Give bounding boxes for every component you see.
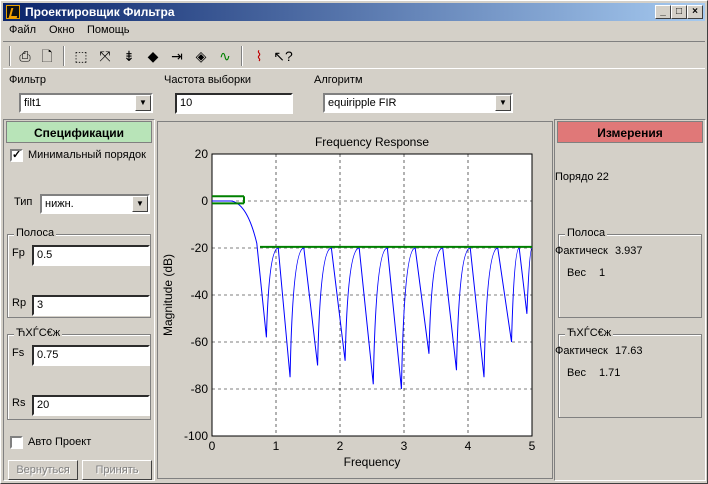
measured-passband-title: Полоса xyxy=(565,227,608,239)
chart-title: Frequency Response xyxy=(315,135,429,149)
toolbar: ⎙ 🗋 ⬚ ⤧ ⇟ ◆ ⇥ ◈ ∿ ⌇ ↖? xyxy=(3,41,705,69)
rp-input[interactable]: 3 xyxy=(32,295,150,316)
zoom-expand-icon[interactable]: ◆ xyxy=(143,46,163,66)
min-order-label: Минимальный порядок xyxy=(28,149,146,161)
min-order-checkbox[interactable]: ✓ xyxy=(10,149,23,162)
zoom-box-icon[interactable]: ⬚ xyxy=(71,46,91,66)
filter-response-icon[interactable]: ⌇ xyxy=(249,46,269,66)
pb-weight-label: Вес xyxy=(567,267,586,279)
minimize-button[interactable]: _ xyxy=(655,5,671,19)
y-tick-label: -20 xyxy=(191,241,209,255)
print-icon[interactable]: ⎙ xyxy=(15,46,35,66)
type-label: Тип xyxy=(14,196,33,208)
menu-file[interactable]: Файл xyxy=(9,24,36,36)
x-tick-label: 5 xyxy=(529,439,536,453)
matlab-icon xyxy=(6,5,20,19)
specifications-panel: Спецификации ✓ Минимальный порядок Тип н… xyxy=(3,119,155,481)
y-tick-label: -100 xyxy=(184,429,208,443)
x-tick-label: 2 xyxy=(337,439,344,453)
chevron-down-icon: ▼ xyxy=(135,95,151,111)
y-tick-label: -80 xyxy=(191,382,209,396)
algorithm-label: Алгоритм xyxy=(314,74,363,86)
view-response-icon[interactable]: ∿ xyxy=(215,46,235,66)
whats-this-icon[interactable]: ↖? xyxy=(273,46,293,66)
fp-label: Fp xyxy=(12,247,25,259)
filter-select[interactable]: filt1 ▼ xyxy=(19,93,153,113)
measured-stopband-title: ЋХЃС€ж xyxy=(565,327,614,339)
y-axis-label: Magnitude (dB) xyxy=(161,254,175,336)
sb-actual-label: Фактическ xyxy=(555,345,608,357)
print-preview-icon[interactable]: 🗋 xyxy=(37,46,57,66)
rs-input[interactable]: 20 xyxy=(32,395,150,416)
revert-button[interactable]: Вернуться xyxy=(8,460,78,480)
close-button[interactable]: × xyxy=(687,5,703,19)
zoom-horizontal-icon[interactable]: ⇥ xyxy=(167,46,187,66)
title-bar[interactable]: Проектировщик Фильтра _ □ × xyxy=(3,3,705,21)
specifications-header: Спецификации xyxy=(6,121,152,143)
stopband-title: ЋХЃС€ж xyxy=(14,327,63,339)
auto-design-label: Авто Проект xyxy=(28,436,92,448)
y-tick-label: -40 xyxy=(191,288,209,302)
measurements-header: Измерения xyxy=(557,121,703,143)
menu-help[interactable]: Помощь xyxy=(87,24,130,36)
sb-actual-value: 17.63 xyxy=(615,345,643,357)
pb-actual-label: Фактическ xyxy=(555,245,608,257)
frequency-response-chart[interactable]: 0 1 2 3 4 5 20 0 -20 -40 -60 -80 -100 Frequency Respo… xyxy=(158,122,552,478)
menu-bar: Файл Окно Помощь xyxy=(3,22,705,40)
y-tick-label: 0 xyxy=(201,194,208,208)
order-value: 22 xyxy=(596,171,609,183)
x-tick-label: 4 xyxy=(465,439,472,453)
auto-design-checkbox[interactable] xyxy=(10,436,23,449)
x-axis-label: Frequency xyxy=(344,455,401,469)
maximize-button[interactable]: □ xyxy=(671,5,687,19)
zoom-fit-icon[interactable]: ⤧ xyxy=(95,46,115,66)
x-tick-label: 0 xyxy=(209,439,216,453)
fs-input[interactable]: 0.75 xyxy=(32,345,150,366)
chevron-down-icon: ▼ xyxy=(495,95,511,111)
pb-weight-value: 1 xyxy=(599,267,606,279)
sample-rate-label: Частота выборки xyxy=(164,74,252,86)
x-tick-label: 3 xyxy=(401,439,408,453)
measurements-panel: Измерения Порядо 22 Полоса Фактическ 3.9… xyxy=(554,119,706,481)
sb-weight-label: Вес xyxy=(567,367,586,379)
algorithm-value: equiripple FIR xyxy=(328,97,397,109)
pb-actual-value: 3.937 xyxy=(615,245,643,257)
algorithm-select[interactable]: equiripple FIR ▼ xyxy=(323,93,513,113)
sample-rate-input[interactable]: 10 xyxy=(175,93,293,114)
pan-icon[interactable]: ◈ xyxy=(191,46,211,66)
rp-label: Rp xyxy=(12,297,27,309)
type-value: нижн. xyxy=(45,198,74,210)
measured-passband-group: Полоса Фактическ 3.937 Вес 1 xyxy=(555,227,702,318)
sb-weight-value: 1.71 xyxy=(599,367,621,379)
filter-label: Фильтр xyxy=(9,74,46,86)
filter-value: filt1 xyxy=(24,97,42,109)
apply-button[interactable]: Принять xyxy=(82,460,152,480)
zoom-vertical-icon[interactable]: ⇟ xyxy=(119,46,139,66)
rs-label: Rs xyxy=(12,397,26,409)
menu-window[interactable]: Окно xyxy=(49,24,75,36)
stopband-group: ЋХЃС€ж Fs 0.75 Rs 20 xyxy=(7,327,151,420)
x-tick-label: 1 xyxy=(273,439,280,453)
plot-area: 0 1 2 3 4 5 20 0 -20 -40 -60 -80 -100 Frequency Respo… xyxy=(157,121,553,479)
window-title: Проектировщик Фильтра xyxy=(25,5,175,19)
y-tick-label: 20 xyxy=(195,147,209,161)
fp-input[interactable]: 0.5 xyxy=(32,245,150,266)
fs-label: Fs xyxy=(12,347,25,359)
order-label: Порядо 22 xyxy=(555,171,609,183)
main-window: Проектировщик Фильтра _ □ × Файл Окно По… xyxy=(0,0,708,484)
order-label-text: Порядо xyxy=(555,171,594,183)
passband-group: Полоса Fp 0.5 Rp 3 xyxy=(7,227,151,318)
type-select[interactable]: нижн. ▼ xyxy=(40,194,150,214)
passband-title: Полоса xyxy=(14,227,57,239)
chevron-down-icon: ▼ xyxy=(132,196,148,212)
measured-stopband-group: ЋХЃС€ж Фактическ 17.63 Вес 1.71 xyxy=(555,327,702,418)
y-tick-label: -60 xyxy=(191,335,209,349)
